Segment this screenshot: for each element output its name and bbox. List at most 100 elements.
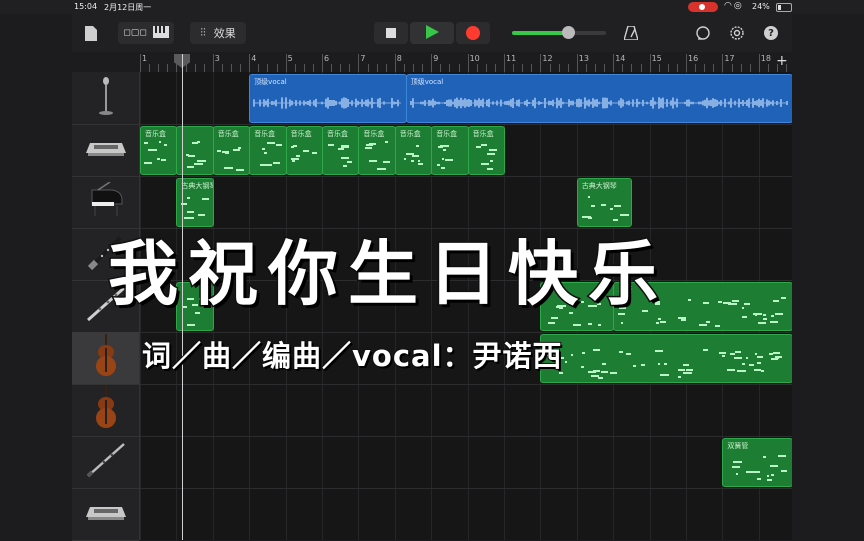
fx-button[interactable]: ⫶⫶ 效果 [190, 22, 246, 44]
ruler-tick [440, 64, 442, 72]
midi-region[interactable]: 音乐盒 [140, 126, 178, 175]
midi-note [441, 157, 444, 160]
midi-region[interactable] [540, 334, 792, 383]
ruler-tick [394, 54, 396, 72]
ruler-tick [140, 54, 141, 72]
midi-note [377, 168, 387, 171]
waveform [253, 97, 401, 109]
track-header[interactable] [72, 384, 139, 437]
midi-region[interactable]: 音乐盒 [285, 126, 323, 175]
midi-note [771, 473, 774, 476]
ruler-tick [203, 64, 205, 72]
ruler-tick [595, 64, 596, 72]
track-header[interactable] [72, 124, 139, 177]
volume-knob[interactable] [562, 26, 576, 39]
ruler-tick [149, 64, 151, 72]
midi-note [486, 153, 496, 156]
midi-note [417, 159, 420, 162]
midi-note [202, 198, 210, 201]
ruler-tick [540, 54, 542, 72]
ruler-tick [585, 64, 587, 72]
ruler-tick [240, 64, 242, 72]
midi-region[interactable]: 音乐盒 [394, 126, 433, 175]
ruler-tick [422, 64, 424, 72]
track-lane[interactable] [140, 488, 792, 540]
view-switch-button[interactable]: ◻▢◻ [118, 22, 174, 44]
ruler-tick [749, 64, 751, 72]
midi-note [488, 148, 498, 151]
midi-region[interactable]: 音乐盒 [431, 126, 469, 175]
midi-region[interactable]: 音乐盒 [249, 126, 287, 175]
midi-note [703, 349, 709, 352]
midi-note [587, 322, 593, 325]
midi-note [187, 197, 191, 200]
wifi-icon: ◠◎ [724, 1, 744, 11]
midi-note [737, 369, 746, 372]
master-volume-slider[interactable] [512, 26, 606, 39]
track-header[interactable] [72, 488, 139, 541]
midi-note [490, 160, 493, 163]
midi-note [756, 362, 762, 365]
keyboard-icon [152, 25, 169, 41]
ruler-tick [667, 64, 669, 72]
ruler-tick [431, 54, 433, 72]
track-lane[interactable] [140, 436, 792, 489]
timeline-ruler[interactable]: + 123456789101112131415161718 [140, 52, 792, 73]
ruler-tick [567, 64, 569, 72]
ruler-tick [331, 64, 333, 72]
midi-note [601, 204, 607, 207]
ruler-tick [231, 64, 232, 72]
track-lane[interactable] [140, 384, 792, 437]
midi-region[interactable]: 音乐盒 [212, 126, 251, 175]
midi-note [292, 160, 296, 163]
help-icon[interactable]: ? [760, 22, 782, 44]
battery-percent: 24% [752, 2, 770, 11]
midi-note [721, 355, 725, 358]
midi-note [547, 321, 555, 324]
midi-region[interactable]: 音乐盒 [467, 126, 505, 175]
track-header[interactable] [72, 436, 139, 489]
ruler-tick [686, 54, 687, 72]
ruler-tick [695, 64, 697, 72]
midi-note [683, 371, 692, 374]
midi-note [657, 363, 661, 366]
ruler-tick [613, 54, 615, 72]
audio-region[interactable]: 顶级vocal [249, 74, 407, 123]
midi-note [311, 152, 318, 155]
ruler-tick [713, 64, 715, 72]
bar-number: 8 [396, 54, 402, 63]
midi-region[interactable]: 音乐盒 [322, 126, 360, 175]
midi-note [148, 149, 158, 152]
midi-region[interactable]: 双簧管 [722, 438, 792, 487]
region-label: 音乐盒 [290, 130, 312, 138]
metronome-icon[interactable] [620, 22, 642, 44]
midi-note [163, 143, 167, 146]
stop-button[interactable] [374, 22, 408, 44]
midi-note [411, 155, 420, 158]
track-header[interactable] [72, 72, 139, 125]
midi-region[interactable]: 音乐盒 [358, 126, 396, 175]
midi-note [761, 370, 765, 373]
midi-note [293, 145, 297, 148]
audio-region[interactable]: 顶级vocal [405, 74, 792, 123]
track-header[interactable] [72, 332, 139, 385]
ruler-tick [249, 54, 251, 72]
midi-note [745, 356, 748, 359]
ruler-tick [322, 54, 323, 72]
midi-note [411, 159, 414, 162]
grand-piano-icon [88, 181, 124, 222]
document-icon[interactable] [80, 22, 102, 44]
ruler-tick [758, 54, 760, 72]
midi-note [770, 358, 778, 361]
record-button[interactable] [456, 22, 490, 44]
midi-note [766, 478, 772, 481]
play-button[interactable] [410, 22, 454, 44]
midi-note [625, 353, 632, 356]
region-label: 音乐盒 [363, 130, 385, 138]
loop-icon[interactable] [692, 22, 714, 44]
settings-icon[interactable] [726, 22, 748, 44]
volume-fill [512, 31, 569, 35]
bar-number: 6 [324, 54, 330, 63]
midi-note [736, 473, 739, 476]
midi-note [187, 323, 195, 326]
